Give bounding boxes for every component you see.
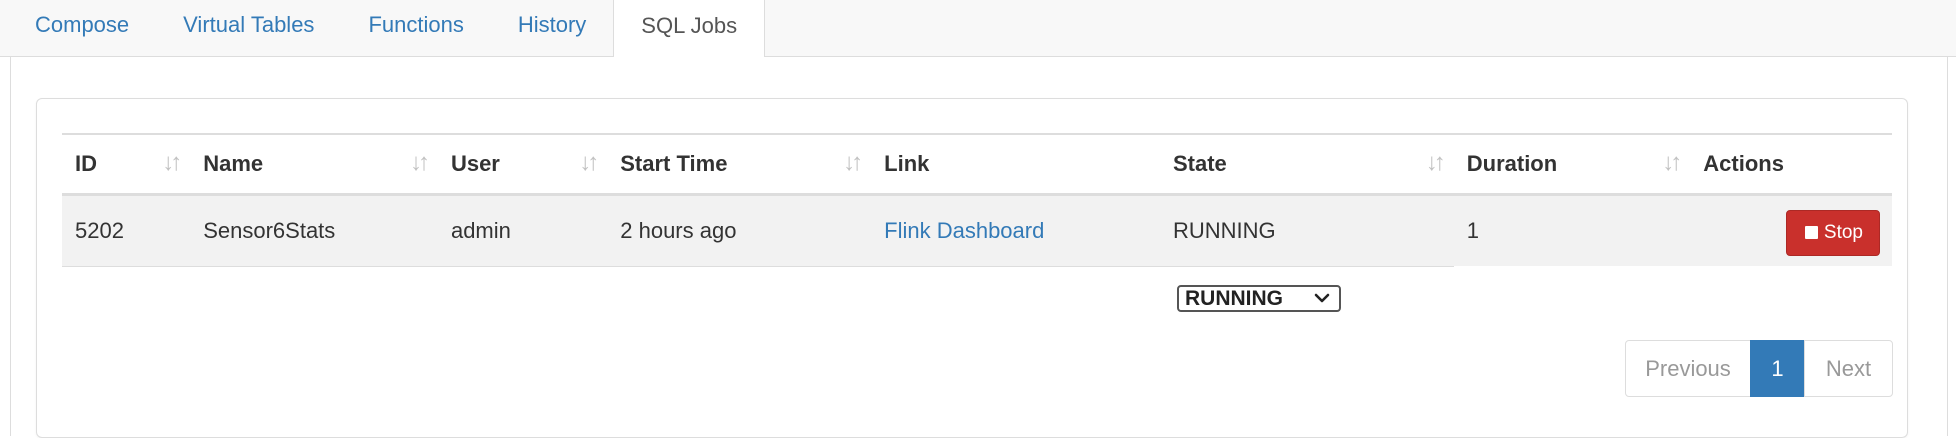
column-header-id[interactable]: ID ↓↑ (62, 133, 191, 196)
stop-button-label: Stop (1823, 221, 1863, 243)
state-filter-select[interactable]: RUNNING (1177, 285, 1341, 312)
flink-dashboard-link[interactable]: Flink Dashboard (884, 218, 1044, 243)
chevron-down-icon (1314, 293, 1330, 303)
column-label: User (450, 150, 500, 176)
sort-icon: ↓↑ (1425, 149, 1446, 176)
tab-virtual-tables[interactable]: Virtual Tables (156, 0, 341, 50)
column-header-state[interactable]: State ↓↑ (1159, 133, 1454, 196)
cell-actions: Stop (1690, 194, 1892, 266)
column-label: Link (884, 150, 930, 176)
sql-jobs-table: ID ↓↑ Name ↓↑ User ↓↑ Start Time ↓↑ Link Sta… (62, 133, 1892, 267)
sort-icon: ↓↑ (843, 149, 863, 176)
column-label: Actions (1703, 150, 1784, 176)
state-filter-value: RUNNING (1185, 286, 1283, 310)
stop-button[interactable]: Stop (1785, 209, 1880, 256)
cell-link: Flink Dashboard (871, 194, 1160, 267)
table-row: 5202 Sensor6Stats admin 2 hours ago Flin… (62, 194, 1892, 267)
tab-functions[interactable]: Functions (341, 0, 490, 50)
stop-icon (1804, 226, 1818, 240)
pagination: Previous 1 Next (1625, 340, 1893, 397)
cell-id: 5202 (62, 194, 191, 267)
column-header-start-time[interactable]: Start Time ↓↑ (607, 133, 872, 196)
next-page-button[interactable]: Next (1804, 340, 1893, 397)
sort-icon: ↓↑ (409, 149, 430, 176)
page-1-button[interactable]: 1 (1750, 340, 1805, 397)
column-header-name[interactable]: Name ↓↑ (190, 133, 438, 196)
cell-name: Sensor6Stats (190, 194, 438, 267)
sort-icon: ↓↑ (1662, 149, 1682, 176)
column-label: State (1172, 150, 1227, 176)
column-label: ID (75, 150, 97, 176)
tab-history[interactable]: History (491, 0, 613, 50)
sort-icon: ↓↑ (162, 149, 182, 176)
column-header-link: Link (871, 133, 1160, 196)
previous-page-button[interactable]: Previous (1625, 340, 1751, 397)
tab-compose[interactable]: Compose (8, 0, 156, 50)
tab-list: Compose Virtual Tables Functions History… (8, 0, 766, 57)
column-label: Duration (1466, 150, 1558, 176)
column-header-user[interactable]: User ↓↑ (437, 133, 608, 196)
cell-user: admin (437, 194, 608, 267)
sort-icon: ↓↑ (579, 149, 599, 176)
column-header-actions: Actions (1690, 133, 1892, 196)
table-header-row: ID ↓↑ Name ↓↑ User ↓↑ Start Time ↓↑ Link Sta… (62, 133, 1892, 196)
cell-duration: 1 (1453, 194, 1691, 266)
cell-state: RUNNING (1159, 194, 1454, 267)
column-header-duration[interactable]: Duration ↓↑ (1453, 133, 1691, 196)
tab-sql-jobs[interactable]: SQL Jobs (613, 0, 766, 57)
cell-start-time: 2 hours ago (607, 194, 872, 267)
column-label: Start Time (620, 150, 728, 176)
column-label: Name (203, 150, 264, 176)
